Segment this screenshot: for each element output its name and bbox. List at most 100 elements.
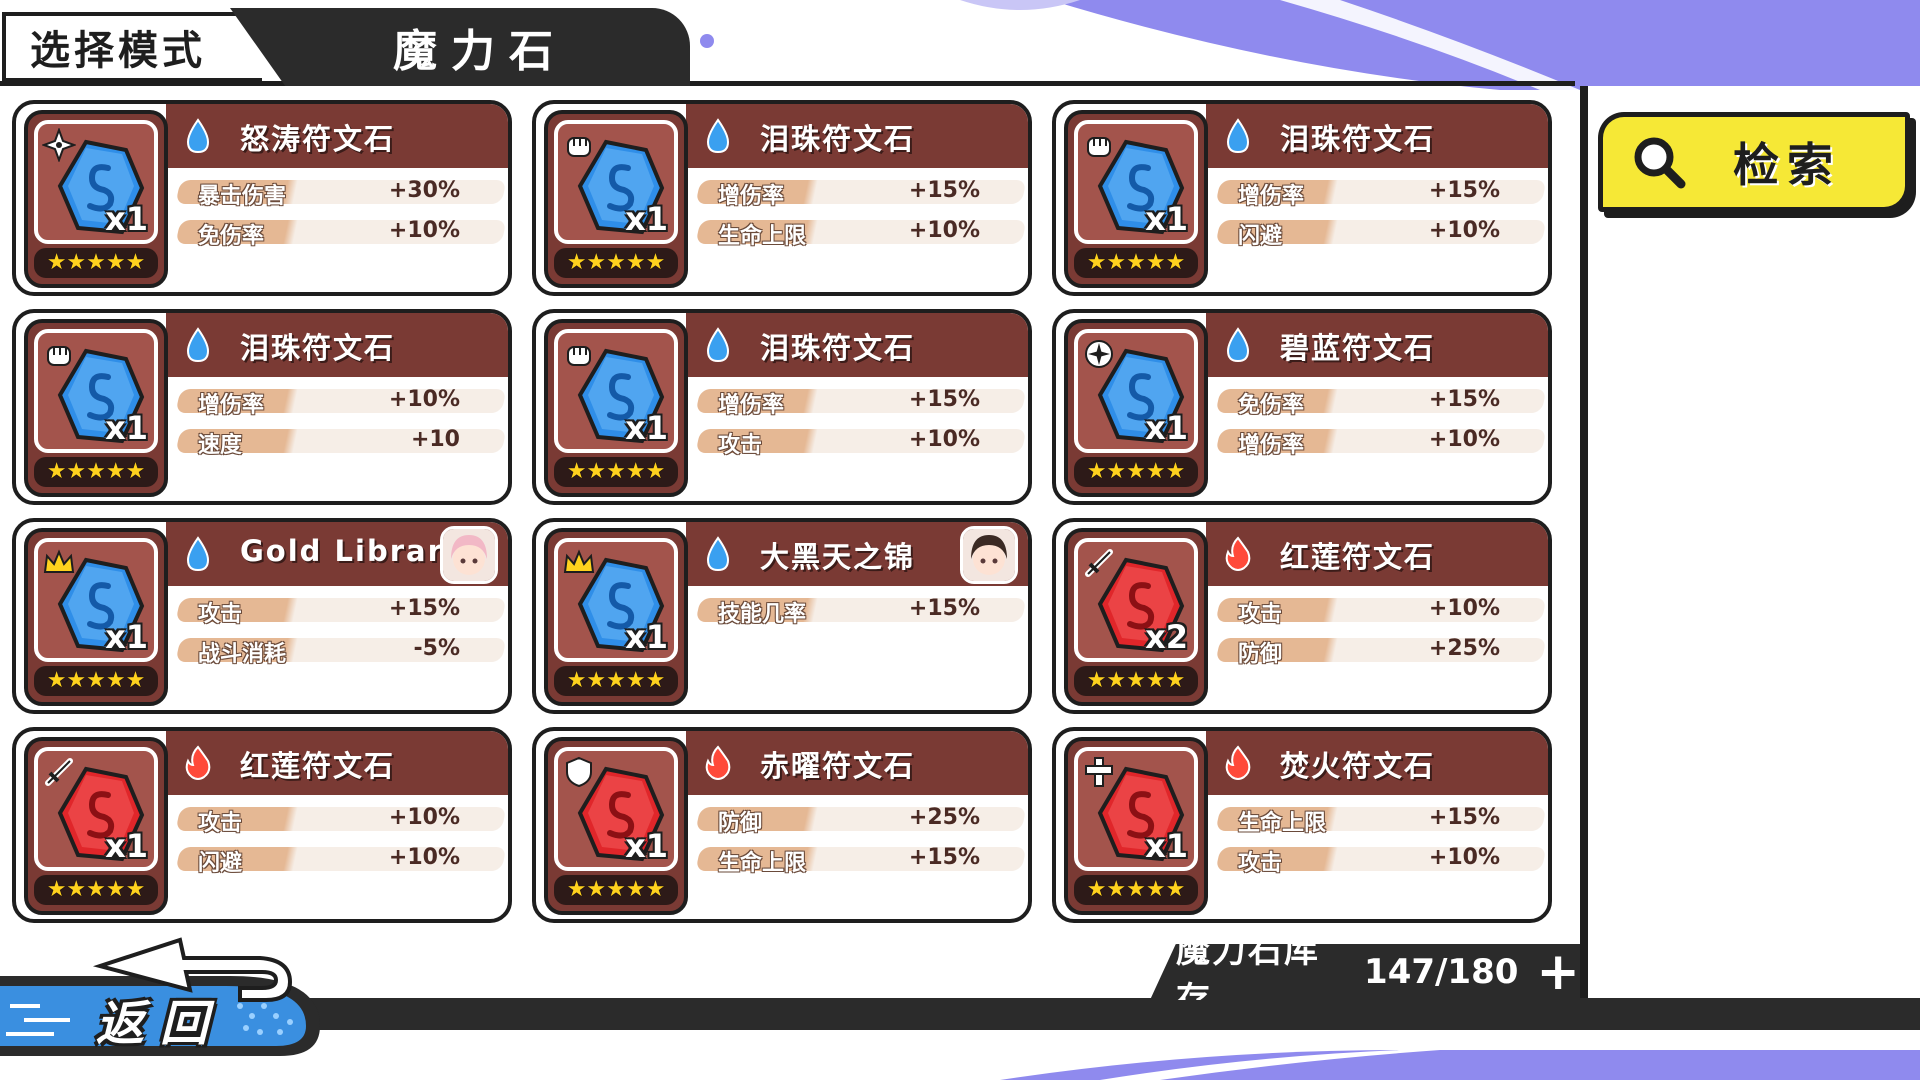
stat-row: 攻击 +10% bbox=[1215, 594, 1547, 627]
rune-stone-card[interactable]: 泪珠符文石 x1 ★★★★★ 增伤率 +15% 生命上限 +10% bbox=[532, 100, 1032, 296]
rune-stone-icon-box: x1 ★★★★★ bbox=[1064, 110, 1208, 288]
page-title-text: 魔力石 bbox=[393, 26, 567, 77]
star-rating: ★★★★★ bbox=[34, 457, 158, 487]
star-icons: ★★★★★ bbox=[566, 877, 666, 902]
star-rating: ★★★★★ bbox=[554, 875, 678, 905]
quantity-label: x1 bbox=[105, 827, 148, 865]
stat-row: 技能几率 +15% bbox=[695, 594, 1027, 627]
stat-value: +15% bbox=[908, 845, 980, 870]
stat-row: 增伤率 +15% bbox=[695, 385, 1027, 418]
search-button[interactable]: 检索 bbox=[1598, 112, 1910, 212]
fist-icon bbox=[567, 137, 591, 157]
star-icons: ★★★★★ bbox=[566, 668, 666, 693]
stat-value: +25% bbox=[1428, 636, 1500, 661]
stone-inventory: 魔力石库存 147/180 + bbox=[1150, 944, 1580, 1000]
quantity-label: x1 bbox=[1145, 827, 1188, 865]
stat-label: 增伤率 bbox=[198, 393, 265, 418]
rune-stone-card[interactable]: 碧蓝符文石 x1 ★★★★★ 免伤率 +15% 增伤率 +10% bbox=[1052, 309, 1552, 505]
shield-icon bbox=[566, 756, 592, 788]
water-element-icon bbox=[186, 118, 210, 154]
rune-stone-card[interactable]: 赤曜符文石 x1 ★★★★★ 防御 +25% 生命上限 +15% bbox=[532, 727, 1032, 923]
stat-label: 免伤率 bbox=[198, 224, 265, 249]
rune-stone-icon-frame: x1 bbox=[34, 120, 158, 244]
stat-label: 增伤率 bbox=[1238, 184, 1305, 209]
quantity-label: x1 bbox=[1145, 200, 1188, 238]
rune-stone-icon-frame: x1 bbox=[1074, 747, 1198, 871]
rune-stone-icon-box: x1 ★★★★★ bbox=[1064, 737, 1208, 915]
quantity-label: x1 bbox=[625, 200, 668, 238]
quantity-label: x1 bbox=[105, 409, 148, 447]
stat-row: 免伤率 +10% bbox=[175, 216, 507, 249]
rune-stone-icon-box: x1 ★★★★★ bbox=[544, 528, 688, 706]
star-rating: ★★★★★ bbox=[554, 248, 678, 278]
rune-stone-icon-frame: x1 bbox=[1074, 329, 1198, 453]
stat-value: -5% bbox=[413, 636, 460, 661]
rune-stone-icon-frame: x1 bbox=[34, 747, 158, 871]
rune-stone-icon-box: x1 ★★★★★ bbox=[24, 110, 168, 288]
star-rating: ★★★★★ bbox=[554, 666, 678, 696]
sword-icon bbox=[1085, 549, 1113, 577]
star-icons: ★★★★★ bbox=[1086, 877, 1186, 902]
stat-row: 增伤率 +10% bbox=[1215, 425, 1547, 458]
rune-stone-card[interactable]: 泪珠符文石 x1 ★★★★★ 增伤率 +15% 攻击 +10% bbox=[532, 309, 1032, 505]
mode-select-tab[interactable]: 选择模式 bbox=[2, 12, 262, 82]
star-icons: ★★★★★ bbox=[46, 250, 146, 275]
rune-stone-card[interactable]: 焚火符文石 x1 ★★★★★ 生命上限 +15% 攻击 +10% bbox=[1052, 727, 1552, 923]
stat-row: 生命上限 +15% bbox=[1215, 803, 1547, 836]
rune-stone-card[interactable]: 怒涛符文石 x1 ★★★★★ 暴击伤害 +30% 免伤率 +10% bbox=[12, 100, 512, 296]
stat-label: 攻击 bbox=[1238, 602, 1283, 627]
rune-stone-card[interactable]: 红莲符文石 x1 ★★★★★ 攻击 +10% 闪避 +10% bbox=[12, 727, 512, 923]
stat-label: 生命上限 bbox=[718, 224, 807, 249]
stat-row: 攻击 +10% bbox=[1215, 843, 1547, 876]
stat-row: 战斗消耗 -5% bbox=[175, 634, 507, 667]
rune-stone-card[interactable]: 大黑天之锦 x1 ★★★★★ 技能几率 +15% bbox=[532, 518, 1032, 714]
rune-stone-card[interactable]: 红莲符文石 x2 ★★★★★ 攻击 +10% 防御 +25% bbox=[1052, 518, 1552, 714]
stat-label: 免伤率 bbox=[1238, 393, 1305, 418]
cross-icon bbox=[1085, 757, 1113, 787]
stat-value: +15% bbox=[908, 596, 980, 621]
stat-value: +15% bbox=[1428, 387, 1500, 412]
stat-label: 防御 bbox=[1238, 642, 1283, 667]
page-title: 魔力石 bbox=[230, 8, 690, 86]
sword-icon bbox=[45, 758, 73, 786]
fire-element-icon bbox=[1225, 536, 1251, 571]
rune-stone-icon-frame: x1 bbox=[554, 538, 678, 662]
rune-stone-name: 红莲符文石 bbox=[1280, 540, 1436, 574]
stat-label: 攻击 bbox=[198, 602, 243, 627]
stat-label: 速度 bbox=[198, 433, 243, 458]
stat-label: 增伤率 bbox=[718, 184, 785, 209]
quantity-label: x1 bbox=[1145, 409, 1188, 447]
stat-value: +30% bbox=[388, 178, 460, 203]
fist-icon bbox=[47, 346, 71, 366]
stat-value: +10% bbox=[388, 845, 460, 870]
water-element-icon bbox=[186, 327, 210, 363]
expand-inventory-button[interactable]: + bbox=[1536, 946, 1580, 998]
quantity-label: x1 bbox=[105, 200, 148, 238]
rune-stone-icon-box: x1 ★★★★★ bbox=[544, 110, 688, 288]
quantity-label: x2 bbox=[1145, 618, 1188, 656]
stat-value: +10% bbox=[388, 805, 460, 830]
rune-stone-icon-frame: x2 bbox=[1074, 538, 1198, 662]
stat-row: 免伤率 +15% bbox=[1215, 385, 1547, 418]
crown-icon bbox=[563, 549, 595, 573]
fire-element-icon bbox=[1225, 745, 1251, 780]
stat-value: +10% bbox=[908, 427, 980, 452]
water-element-icon bbox=[1226, 327, 1250, 363]
stat-label: 战斗消耗 bbox=[198, 642, 287, 667]
quantity-label: x1 bbox=[625, 827, 668, 865]
rune-stone-card[interactable]: 泪珠符文石 x1 ★★★★★ 增伤率 +10% 速度 +10 bbox=[12, 309, 512, 505]
stat-value: +10% bbox=[1428, 596, 1500, 621]
inventory-count: 147/180 bbox=[1364, 952, 1519, 992]
side-panel bbox=[1580, 86, 1920, 998]
water-element-icon bbox=[1226, 118, 1250, 154]
quantity-label: x1 bbox=[105, 618, 148, 656]
star-icons: ★★★★★ bbox=[1086, 668, 1186, 693]
rune-stone-card[interactable]: Gold Library x1 ★★★★★ 攻击 +15% 战斗消耗 -5% bbox=[12, 518, 512, 714]
back-button[interactable]: 返回 bbox=[0, 936, 330, 1056]
rune-stone-name: 泪珠符文石 bbox=[760, 331, 916, 365]
rune-stone-name: 大黑天之锦 bbox=[760, 540, 916, 574]
rune-stone-card[interactable]: 泪珠符文石 x1 ★★★★★ 增伤率 +15% 闪避 +10% bbox=[1052, 100, 1552, 296]
stat-label: 增伤率 bbox=[718, 393, 785, 418]
stat-row: 生命上限 +15% bbox=[695, 843, 1027, 876]
stat-row: 生命上限 +10% bbox=[695, 216, 1027, 249]
